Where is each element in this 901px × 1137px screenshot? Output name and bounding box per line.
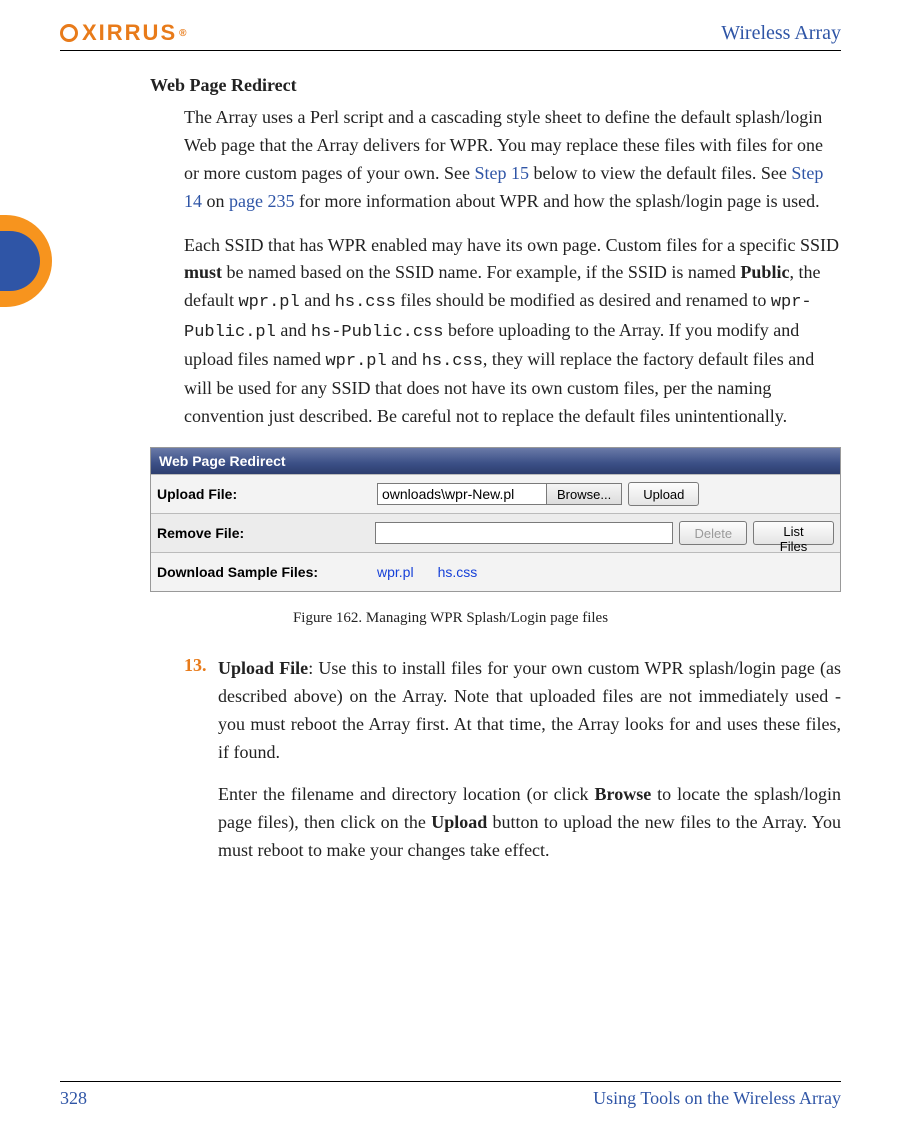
text-run: Enter the filename and directory locatio… — [218, 784, 595, 804]
code-wpr-pl-2: wpr.pl — [325, 352, 386, 371]
intro-paragraph-1: The Array uses a Perl script and a casca… — [60, 104, 841, 216]
link-page-235[interactable]: page 235 — [229, 191, 294, 211]
logo-circle-icon — [60, 24, 78, 42]
section-heading: Web Page Redirect — [60, 75, 841, 96]
bold-browse: Browse — [595, 784, 652, 804]
text-run: be named based on the SSID name. For exa… — [222, 262, 740, 282]
step-13: 13. Upload File: Use this to install fil… — [60, 655, 841, 878]
bold-must: must — [184, 262, 222, 282]
text-run: and — [387, 349, 422, 369]
upload-label: Upload File: — [157, 486, 377, 502]
step-number: 13. — [184, 655, 218, 878]
text-run: Each SSID that has WPR enabled may have … — [184, 235, 839, 255]
code-wpr-pl: wpr.pl — [238, 293, 299, 312]
remove-row: Remove File: Delete List Files — [151, 513, 840, 552]
remove-label: Remove File: — [157, 525, 375, 541]
product-title: Wireless Array — [721, 22, 841, 45]
panel-title: Web Page Redirect — [151, 448, 840, 474]
brand-logo: XIRRUS® — [60, 20, 189, 46]
code-hs-public-css: hs-Public.css — [311, 323, 444, 342]
upload-button[interactable]: Upload — [628, 482, 699, 506]
download-row: Download Sample Files: wpr.pl hs.css — [151, 552, 840, 591]
text-run: : Use this to install files for your own… — [218, 658, 841, 762]
sample-file-hs[interactable]: hs.css — [438, 564, 478, 580]
figure-caption: Figure 162. Managing WPR Splash/Login pa… — [60, 610, 841, 627]
page-footer: 328 Using Tools on the Wireless Array — [60, 1081, 841, 1109]
bold-upload: Upload — [431, 812, 487, 832]
remove-file-input[interactable] — [375, 522, 673, 544]
text-run: and — [276, 320, 311, 340]
download-label: Download Sample Files: — [157, 564, 377, 580]
browse-button[interactable]: Browse... — [547, 483, 622, 505]
page-header: XIRRUS® Wireless Array — [60, 20, 841, 51]
text-run: below to view the default files. See — [529, 163, 791, 183]
step-term: Upload File — [218, 658, 308, 678]
delete-button[interactable]: Delete — [679, 521, 747, 545]
text-run: and — [300, 290, 335, 310]
text-run: on — [202, 191, 229, 211]
page-number: 328 — [60, 1088, 87, 1109]
text-run: for more information about WPR and how t… — [294, 191, 819, 211]
side-tab-decoration — [0, 215, 52, 307]
upload-file-input[interactable] — [377, 483, 547, 505]
code-hs-css-2: hs.css — [422, 352, 483, 371]
upload-row: Upload File: Browse... Upload — [151, 474, 840, 513]
wpr-panel: Web Page Redirect Upload File: Browse...… — [150, 447, 841, 592]
registered-icon: ® — [179, 28, 188, 39]
text-run: files should be modified as desired and … — [396, 290, 771, 310]
link-step-15[interactable]: Step 15 — [474, 163, 529, 183]
intro-paragraph-2: Each SSID that has WPR enabled may have … — [60, 232, 841, 432]
logo-text: XIRRUS — [82, 20, 177, 46]
footer-title: Using Tools on the Wireless Array — [593, 1088, 841, 1109]
code-hs-css: hs.css — [335, 293, 396, 312]
step-body: Upload File: Use this to install files f… — [218, 655, 841, 878]
list-files-button[interactable]: List Files — [753, 521, 834, 545]
bold-public: Public — [740, 262, 789, 282]
sample-file-wpr[interactable]: wpr.pl — [377, 564, 414, 580]
